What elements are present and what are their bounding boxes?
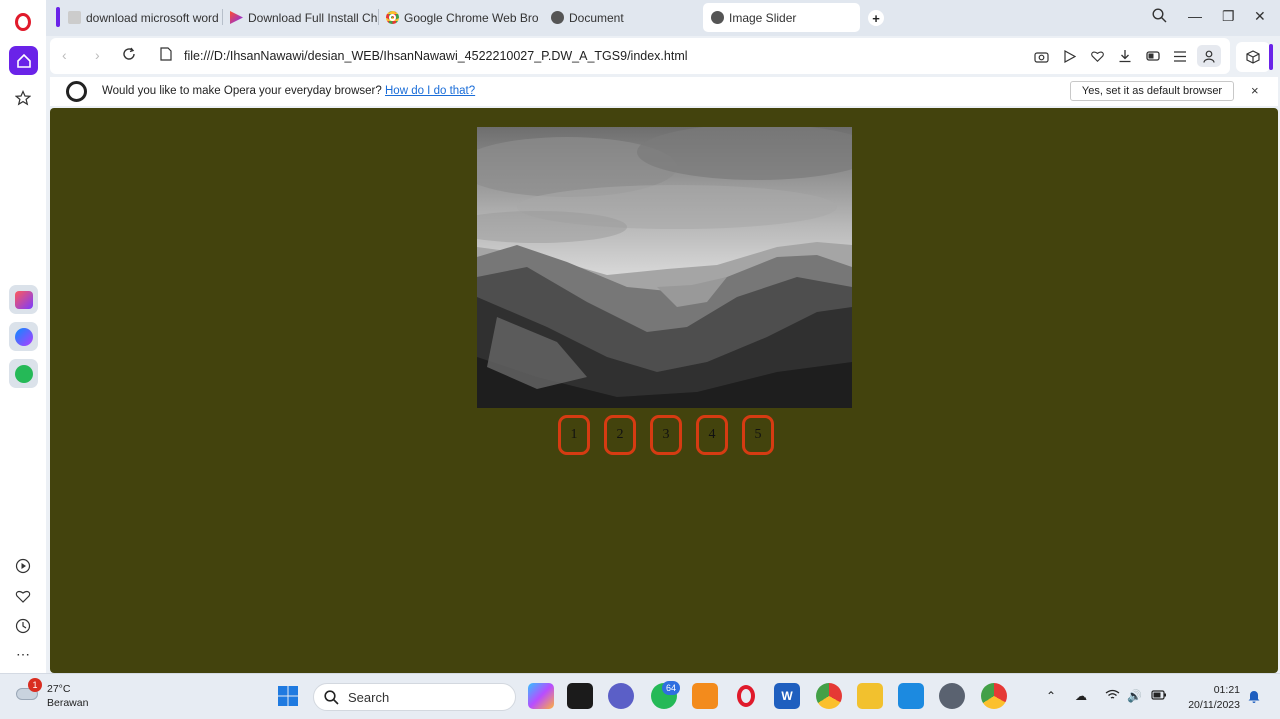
slide-1-button[interactable]: 1 [558,415,590,455]
generic-favicon-icon [68,11,81,24]
slide-4-button[interactable]: 4 [696,415,728,455]
slider-navigation: 1 2 3 4 5 [558,415,774,455]
notification-bell-icon[interactable] [1248,689,1260,706]
battery-icon[interactable] [1151,689,1167,703]
close-window-icon[interactable]: ✕ [1254,8,1266,25]
sidebar-accent-line [1269,44,1273,70]
opera-o-icon [66,81,87,102]
network-app-icon[interactable] [939,683,965,709]
tab-label: download microsoft word [86,10,219,25]
url-field[interactable]: file:///D:/IhsanNawawi/desian_WEB/IhsanN… [184,49,688,63]
word-icon[interactable]: W [774,683,800,709]
tab-bar: download microsoft word Download Full In… [46,0,1280,36]
restore-icon[interactable]: ❐ [1222,8,1235,25]
page-viewport: 1 2 3 4 5 [50,108,1278,673]
battery-saver-icon[interactable] [1145,48,1161,64]
new-tab-button[interactable]: + [868,10,884,26]
profile-icon [1203,50,1215,63]
send-icon[interactable] [1061,48,1077,64]
clock-time: 01:21 [1213,684,1240,696]
search-icon [324,689,339,705]
vscode-icon[interactable] [898,683,924,709]
messenger-button[interactable] [9,322,38,351]
player-icon[interactable] [14,557,32,575]
home-icon [16,53,31,68]
cloud-icon: 1 [14,678,42,702]
weather-badge: 1 [28,678,42,692]
tab-download-chrome[interactable]: Download Full Install Chro [222,3,378,32]
tab-label: Download Full Install Chro [248,10,378,25]
close-icon[interactable]: × [1251,83,1259,98]
camera-icon[interactable] [1033,48,1049,64]
star-icon[interactable] [14,89,32,107]
history-icon[interactable] [14,617,32,635]
minimize-icon[interactable]: — [1188,8,1202,24]
profile-button[interactable] [1197,45,1221,67]
slide-5-button[interactable]: 5 [742,415,774,455]
task-view-icon[interactable] [567,683,593,709]
opera-sidebar: ⋯ [0,0,46,673]
globe-favicon-icon [551,11,564,24]
set-default-button[interactable]: Yes, set it as default browser [1070,81,1234,101]
reload-icon[interactable] [122,47,136,64]
xampp-icon[interactable] [692,683,718,709]
tab-label: Google Chrome Web Brow [404,10,538,25]
taskbar-search[interactable]: Search [313,683,516,711]
tab-label: Document [569,10,624,25]
tab-label: Image Slider [729,10,797,25]
whatsapp-icon [14,364,33,383]
cube-icon [1246,50,1260,64]
teams-icon[interactable] [608,683,634,709]
play-favicon-icon [230,11,243,24]
slider-image [477,127,852,408]
windows-start-icon[interactable] [275,683,301,709]
tab-download-word[interactable]: download microsoft word [60,3,222,32]
extensions-button[interactable] [1236,42,1270,72]
copilot-icon[interactable] [528,683,554,709]
infobar-message: Would you like to make Opera your everyd… [102,85,382,97]
easy-setup-icon[interactable] [1172,48,1188,64]
search-tabs-icon[interactable] [1152,8,1167,26]
windows-taskbar: 1 27°C Berawan Search 64 W ⌃ ☁ 🔊 01:21 2… [0,673,1280,719]
opera-logo-icon[interactable] [15,13,31,31]
whatsapp-badge: 64 [662,681,680,695]
tab-chrome-web-browser[interactable]: Google Chrome Web Brow [378,3,538,32]
file-icon [160,47,172,64]
heart-icon[interactable] [14,587,32,605]
download-icon[interactable] [1117,48,1133,64]
address-bar: ‹ › file:///D:/IhsanNawawi/desian_WEB/Ih… [50,38,1230,74]
aria-icon [14,290,33,309]
onedrive-icon[interactable]: ☁ [1075,689,1087,703]
forward-icon[interactable]: › [95,47,100,63]
file-explorer-icon[interactable] [857,683,883,709]
weather-desc: Berawan [47,697,89,709]
slide-2-button[interactable]: 2 [604,415,636,455]
clock-date: 20/11/2023 [1188,699,1240,711]
volume-icon[interactable]: 🔊 [1127,689,1142,703]
tab-document[interactable]: Document [543,3,693,32]
slide-3-button[interactable]: 3 [650,415,682,455]
default-browser-infobar: Would you like to make Opera your everyd… [50,77,1278,106]
weather-widget[interactable]: 1 27°C Berawan [14,678,89,710]
chrome-canary-icon[interactable] [981,683,1007,709]
home-button[interactable] [9,46,38,75]
opera-taskbar-icon[interactable] [733,683,759,709]
whatsapp-sidebar-button[interactable] [9,359,38,388]
chrome-taskbar-icon[interactable] [816,683,842,709]
more-icon[interactable]: ⋯ [14,645,32,663]
weather-temp: 27°C [47,683,71,695]
mountain-landscape-image [477,127,852,408]
wifi-icon[interactable] [1105,689,1120,704]
search-placeholder: Search [348,689,390,705]
globe-favicon-icon [711,11,724,24]
aria-button[interactable] [9,285,38,314]
infobar-help-link[interactable]: How do I do that? [385,85,475,97]
system-clock[interactable]: 01:21 20/11/2023 [1180,683,1240,713]
tab-image-slider[interactable]: Image Slider [703,3,860,32]
heart-bookmark-icon[interactable] [1089,48,1105,64]
chrome-favicon-icon [386,11,399,24]
chevron-up-icon[interactable]: ⌃ [1046,689,1056,703]
back-icon[interactable]: ‹ [62,47,67,63]
messenger-icon [14,327,33,346]
